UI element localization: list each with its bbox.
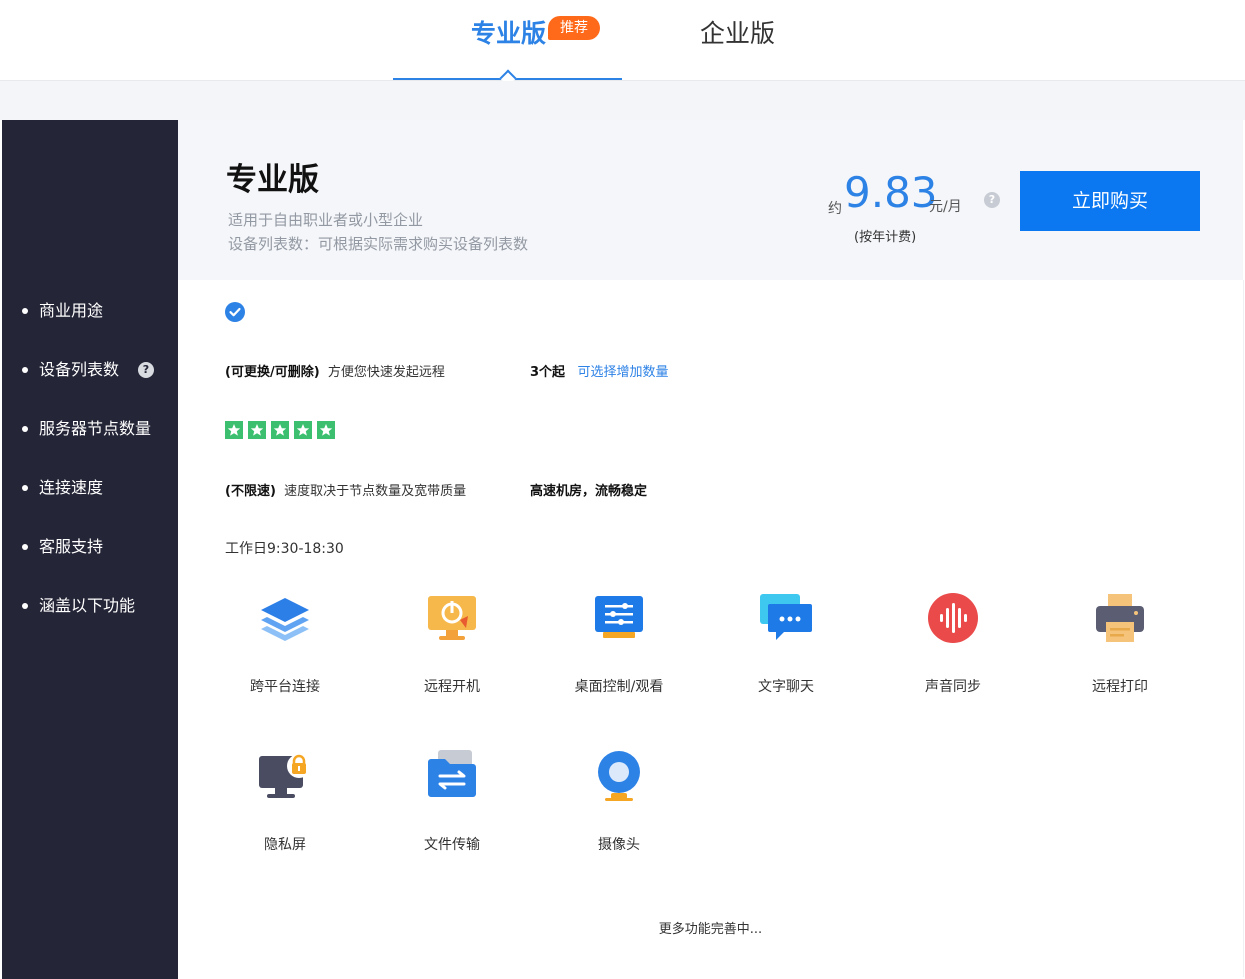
feature-text-chat: 文字聊天 [711,590,861,696]
plan-title: 专业版 [226,162,319,198]
feature-desktop-control: 桌面控制/观看 [544,590,694,696]
sidebar-item-device-list: 设备列表数 ? [2,358,178,382]
price-approx-label: 约 [828,201,842,217]
feature-label: 声音同步 [925,679,981,695]
bullet-dot [22,485,28,491]
support-hours: 工作日9:30-18:30 [225,541,344,557]
feature-label: 桌面控制/观看 [574,679,664,695]
sidebar-item-label: 服务器节点数量 [39,419,152,438]
star-icon [248,421,266,439]
plan-detail-content: (可更换/可删除) 方便您快速发起远程 3个起 可选择增加数量 (不限速) 速度… [178,280,1244,977]
file-transfer-icon [424,748,480,804]
feature-cross-platform: 跨平台连接 [210,590,360,696]
sidebar-item-customer-support: 客服支持 [2,535,178,559]
speed-info: (不限速) 速度取决于节点数量及宽带质量 [225,480,466,499]
power-on-icon [424,590,480,646]
feature-label: 隐私屏 [264,837,306,853]
star-icon [294,421,312,439]
device-replace-note: (可更换/可删除) [225,365,320,380]
bullet-dot [22,603,28,609]
star-icon [271,421,289,439]
star-icon [225,421,243,439]
tab-professional[interactable]: 专业版 [471,16,546,52]
bullet-dot [22,544,28,550]
server-node-rating [225,421,340,439]
top-spacer [0,81,1245,120]
feature-privacy-screen: 隐私屏 [210,748,360,854]
feature-label: 跨平台连接 [250,679,320,695]
speed-highlight: 高速机房，流畅稳定 [530,480,647,499]
sidebar-item-label: 设备列表数 [39,360,120,379]
feature-sound-sync: 声音同步 [878,590,1028,696]
sidebar-item-features: 涵盖以下功能 [2,594,178,618]
tab-enterprise[interactable]: 企业版 [700,16,775,52]
plan-header: 专业版 适用于自由职业者或小型企业 设备列表数：可根据实际需求购买设备列表数 约… [178,120,1243,280]
chat-icon [758,590,814,646]
device-desc: 方便您快速发起远程 [327,365,445,380]
feature-label: 文字聊天 [758,679,814,695]
feature-label: 远程开机 [424,679,480,695]
bullet-dot [22,367,28,373]
printer-icon [1092,590,1148,646]
device-count: 3个起 [530,365,566,380]
billing-note: (按年计费) [854,230,917,245]
check-circle-icon [225,302,245,322]
layers-icon [257,590,313,646]
sidebar-item-label: 连接速度 [39,478,104,497]
feature-label: 文件传输 [424,837,480,853]
device-list-info: (可更换/可删除) 方便您快速发起远程 [225,361,445,380]
feature-category-sidebar: 商业用途 设备列表数 ? 服务器节点数量 连接速度 客服支持 涵盖以下功能 [2,120,178,979]
bullet-dot [22,426,28,432]
feature-remote-print: 远程打印 [1045,590,1195,696]
feature-remote-power-on: 远程开机 [377,590,527,696]
sidebar-item-commercial-use: 商业用途 [2,299,178,323]
sidebar-item-server-nodes: 服务器节点数量 [2,417,178,441]
sidebar-item-connection-speed: 连接速度 [2,476,178,500]
speed-desc: 速度取决于节点数量及宽带质量 [284,484,467,499]
plan-device-note: 设备列表数：可根据实际需求购买设备列表数 [228,235,529,253]
feature-label: 摄像头 [598,837,640,853]
feature-label: 远程打印 [1092,679,1148,695]
price-amount: 9.83 [844,168,938,217]
more-features-note: 更多功能完善中... [658,922,763,937]
speed-highlight-text: 高速机房，流畅稳定 [530,484,648,499]
recommend-badge: 推荐 [548,16,600,40]
device-count-info: 3个起 可选择增加数量 [530,361,668,380]
star-icon [317,421,335,439]
desktop-control-icon [591,590,647,646]
sidebar-item-label: 涵盖以下功能 [39,596,136,615]
add-devices-link[interactable]: 可选择增加数量 [577,365,668,380]
speed-unlimited-note: (不限速) [225,484,276,499]
plan-tab-bar: 专业版 推荐 企业版 [0,0,1245,87]
bullet-dot [22,308,28,314]
sidebar-item-label: 商业用途 [39,301,104,320]
plan-description: 适用于自由职业者或小型企业 [228,211,424,229]
buy-now-button[interactable]: 立即购买 [1020,171,1200,231]
sound-icon [925,590,981,646]
help-icon[interactable]: ? [138,362,154,378]
sidebar-item-label: 客服支持 [39,537,104,556]
feature-camera: 摄像头 [544,748,694,854]
feature-file-transfer: 文件传输 [377,748,527,854]
price-help-icon[interactable]: ? [984,192,1000,208]
camera-icon [591,748,647,804]
privacy-screen-icon [257,748,313,804]
price-unit: 元/月 [929,199,962,215]
